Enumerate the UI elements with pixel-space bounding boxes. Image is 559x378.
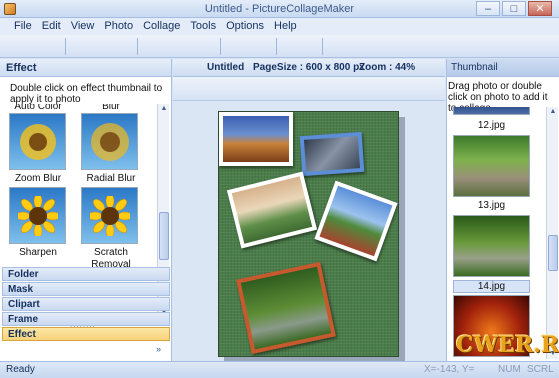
thumbnail-image[interactable]	[453, 135, 530, 197]
document-name: Untitled	[207, 62, 245, 73]
menu-photo[interactable]: Photo	[99, 18, 138, 34]
sunflower-image	[19, 123, 56, 160]
collage-photo-forest[interactable]	[236, 261, 336, 355]
status-bar: Ready X=-143, Y= NUM SCRL	[0, 361, 559, 378]
document-info-bar: Untitled PageSize : 600 x 800 px Zoom : …	[173, 59, 445, 77]
toolbar-separator	[137, 38, 138, 55]
thumbnail-name[interactable]: 13.jpg	[453, 200, 530, 211]
tab-clipart[interactable]: Clipart	[2, 297, 170, 311]
effect-label: Blur	[102, 104, 120, 112]
thumbnail-name-selected[interactable]: 14.jpg	[453, 280, 530, 293]
photo-image	[319, 185, 393, 257]
menu-options[interactable]: Options	[221, 18, 269, 34]
watermark-logo: CWER.RU	[456, 332, 559, 358]
thumbnail-name[interactable]: 12.jpg	[453, 120, 530, 131]
tab-mask[interactable]: Mask	[2, 282, 170, 296]
status-text: Ready	[6, 364, 35, 375]
effect-label: Sharpen	[19, 247, 57, 258]
effect-label: Auto Color	[14, 104, 62, 112]
collage-canvas[interactable]	[218, 111, 399, 357]
photo-image	[240, 266, 332, 350]
menu-help[interactable]: Help	[269, 18, 302, 34]
toolbar-separator	[65, 38, 66, 55]
sunflower-image	[89, 195, 130, 236]
menu-bar: File Edit View Photo Collage Tools Options Help	[0, 18, 559, 35]
thumbnail-panel: Thumbnail Drag photo or double click on …	[446, 59, 559, 361]
photo-image	[231, 176, 313, 244]
menu-view[interactable]: View	[66, 18, 100, 34]
toolbar-separator	[220, 38, 221, 55]
more-chevron-icon[interactable]: »	[156, 344, 161, 354]
tab-folder[interactable]: Folder	[2, 267, 170, 281]
effect-radial-blur-label-wrap: Radial Blur	[75, 172, 147, 184]
scroll-up-arrow-icon[interactable]: ▲	[547, 107, 559, 117]
collage-photo-desert[interactable]	[219, 112, 293, 166]
thumbnail-image[interactable]	[453, 107, 530, 115]
effect-panel-header: Effect	[0, 59, 171, 77]
effect-label: Radial Blur	[86, 173, 136, 184]
menu-file[interactable]: File	[9, 18, 37, 34]
sunflower-image	[90, 122, 129, 161]
toolbar-separator	[276, 38, 277, 55]
toolbar	[0, 35, 559, 58]
effect-label: Zoom Blur	[14, 173, 62, 184]
canvas-workspace[interactable]	[173, 101, 445, 363]
collage-photo-city[interactable]	[299, 131, 365, 177]
menu-edit[interactable]: Edit	[37, 18, 66, 34]
toolbar-separator	[322, 38, 323, 55]
minimize-button[interactable]: –	[476, 1, 500, 16]
title-bar: Untitled - PictureCollageMaker – □ ✕	[0, 0, 559, 18]
photo-image	[303, 136, 361, 172]
scroll-lock-indicator: SCRL	[527, 364, 554, 375]
effect-zoom-blur-thumbnail[interactable]	[9, 113, 66, 170]
num-lock-indicator: NUM	[498, 364, 521, 375]
tab-frame[interactable]: Frame	[2, 312, 170, 326]
effect-panel: Effect Double click on effect thumbnail …	[0, 59, 172, 361]
effect-radial-blur-thumbnail[interactable]	[81, 113, 138, 170]
effect-blur-label-wrap: Blur	[75, 104, 147, 112]
effect-hint: Double click on effect thumbnail to appl…	[10, 83, 163, 105]
photo-image	[223, 116, 289, 162]
page-size: PageSize : 600 x 800 px	[253, 62, 365, 73]
menu-collage[interactable]: Collage	[138, 18, 185, 34]
scroll-up-arrow-icon[interactable]: ▲	[158, 104, 170, 114]
scrollbar-thumb[interactable]	[159, 212, 169, 260]
scrollbar-thumb[interactable]	[548, 235, 558, 271]
cursor-coordinates: X=-143, Y=	[424, 364, 475, 375]
effect-sharpen-label-wrap: Sharpen	[2, 246, 74, 258]
sunflower-image	[17, 195, 58, 236]
effect-scratch-removal-thumbnail[interactable]	[81, 187, 138, 244]
collage-photo-beach[interactable]	[226, 171, 318, 249]
effect-zoom-blur-label-wrap: Zoom Blur	[2, 172, 74, 184]
thumbnail-list: 12.jpg 13.jpg 14.jpg	[453, 107, 544, 359]
zoom-level: Zoom : 44%	[359, 62, 416, 73]
menu-tools[interactable]: Tools	[185, 18, 221, 34]
canvas-toolbar	[173, 77, 445, 101]
maximize-button[interactable]: □	[502, 1, 526, 16]
thumbnail-panel-header: Thumbnail	[447, 59, 559, 77]
effect-auto-color-label-wrap: Auto Color	[2, 104, 74, 112]
tab-effect[interactable]: Effect	[2, 327, 170, 341]
close-button[interactable]: ✕	[528, 1, 552, 16]
collage-photo-landscape[interactable]	[314, 180, 398, 262]
thumbnail-scrollbar[interactable]: ▲ ▼	[546, 107, 558, 359]
effect-sharpen-thumbnail[interactable]	[9, 187, 66, 244]
thumbnail-image[interactable]	[453, 215, 530, 277]
